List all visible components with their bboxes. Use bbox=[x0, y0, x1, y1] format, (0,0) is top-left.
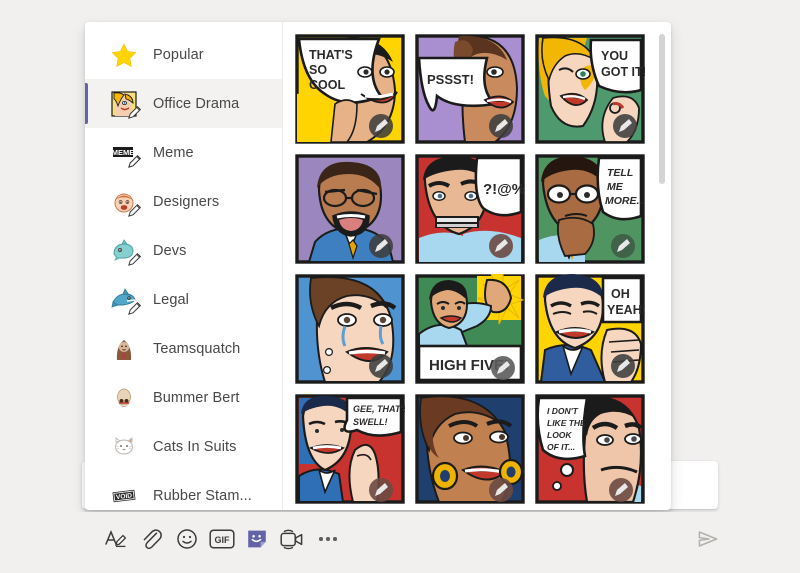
svg-text:SWELL!: SWELL! bbox=[353, 417, 388, 427]
compose-toolbar: GIF bbox=[0, 512, 800, 573]
sticker-icon bbox=[248, 530, 266, 548]
send-icon bbox=[698, 531, 718, 547]
teamsquatch-icon bbox=[109, 334, 139, 364]
emoji-button[interactable] bbox=[172, 524, 202, 554]
sticker-tile[interactable]: HIGH FIVE! bbox=[415, 274, 525, 384]
smiley-icon bbox=[177, 529, 197, 549]
app-root: Popular Office Drama MEME Meme Designers… bbox=[0, 0, 800, 573]
sidebar-item-bummer-bert[interactable]: Bummer Bert bbox=[85, 373, 282, 422]
sticker-grid-scrollbar[interactable] bbox=[659, 28, 668, 504]
legal-shark-icon bbox=[109, 285, 142, 315]
ellipsis-icon bbox=[319, 537, 337, 541]
paperclip-icon bbox=[143, 529, 162, 550]
sticker-tile[interactable] bbox=[295, 274, 405, 384]
sidebar-item-label: Bummer Bert bbox=[153, 389, 240, 406]
svg-text:LOOK: LOOK bbox=[547, 430, 572, 440]
meme-icon: MEME bbox=[109, 138, 142, 168]
bummer-bert-icon bbox=[109, 383, 139, 413]
sidebar-item-label: Cats In Suits bbox=[153, 438, 237, 455]
sticker-tile[interactable]: I DON'T LIKE THE LOOK OF IT... bbox=[535, 394, 645, 504]
sidebar-item-cats-in-suits[interactable]: Cats In Suits bbox=[85, 422, 282, 471]
attach-button[interactable] bbox=[136, 524, 166, 554]
pencil-icon bbox=[128, 154, 142, 168]
svg-text:YEAH!: YEAH! bbox=[607, 303, 645, 317]
more-options-button[interactable] bbox=[313, 524, 343, 554]
sidebar-item-designers[interactable]: Designers bbox=[85, 177, 282, 226]
sticker-tile[interactable]: OH YEAH! bbox=[535, 274, 645, 384]
sticker-tile[interactable] bbox=[295, 154, 405, 264]
svg-text:?!@%: ?!@% bbox=[483, 181, 525, 198]
sticker-grid-area[interactable]: THAT'S SO COOL PSSST! YOU GOT IT! ?!@% T… bbox=[283, 22, 671, 510]
devs-icon bbox=[109, 236, 142, 266]
sidebar-item-label: Rubber Stam... bbox=[153, 487, 252, 504]
sidebar-item-label: Meme bbox=[153, 144, 194, 161]
sticker-grid: THAT'S SO COOL PSSST! YOU GOT IT! ?!@% T… bbox=[295, 34, 647, 504]
format-text-icon bbox=[105, 530, 127, 548]
send-button[interactable] bbox=[692, 524, 724, 554]
sidebar-item-label: Office Drama bbox=[153, 95, 240, 112]
pencil-icon bbox=[128, 105, 142, 119]
video-camera-icon bbox=[280, 529, 303, 550]
svg-text:YOU: YOU bbox=[601, 49, 628, 63]
svg-text:SO: SO bbox=[309, 63, 327, 77]
svg-text:THAT'S: THAT'S bbox=[309, 48, 353, 62]
svg-text:ME: ME bbox=[607, 181, 624, 193]
meet-now-button[interactable] bbox=[277, 524, 307, 554]
sidebar-item-legal[interactable]: Legal bbox=[85, 275, 282, 324]
sticker-button[interactable] bbox=[242, 524, 272, 554]
sticker-category-sidebar[interactable]: Popular Office Drama MEME Meme Designers… bbox=[85, 22, 283, 510]
sticker-tile[interactable]: YOU GOT IT! bbox=[535, 34, 645, 144]
svg-text:GOT IT!: GOT IT! bbox=[601, 65, 645, 79]
sticker-picker-popup: Popular Office Drama MEME Meme Designers… bbox=[85, 22, 671, 510]
sidebar-item-label: Devs bbox=[153, 242, 187, 259]
pencil-icon bbox=[128, 252, 142, 266]
sidebar-item-office-drama[interactable]: Office Drama bbox=[85, 79, 282, 128]
gif-label: GIF bbox=[215, 535, 231, 545]
giphy-button[interactable]: GIF bbox=[207, 524, 237, 554]
pencil-icon bbox=[128, 203, 142, 217]
cat-icon bbox=[109, 432, 139, 462]
designers-icon bbox=[109, 187, 142, 217]
sticker-tile[interactable]: GEE, THAT'S SWELL! bbox=[295, 394, 405, 504]
sidebar-item-rubber-stamps[interactable]: VOID Rubber Stam... bbox=[85, 471, 282, 510]
scrollbar-thumb[interactable] bbox=[659, 34, 665, 184]
svg-text:MORE...: MORE... bbox=[605, 195, 645, 207]
svg-text:COOL: COOL bbox=[309, 78, 345, 92]
office-drama-icon bbox=[109, 89, 142, 119]
sidebar-item-meme[interactable]: MEME Meme bbox=[85, 128, 282, 177]
svg-text:I DON'T: I DON'T bbox=[547, 406, 579, 416]
svg-text:OF IT...: OF IT... bbox=[547, 442, 575, 452]
sidebar-item-devs[interactable]: Devs bbox=[85, 226, 282, 275]
sticker-tile[interactable]: THAT'S SO COOL bbox=[295, 34, 405, 144]
svg-text:OH: OH bbox=[611, 287, 630, 301]
svg-text:PSSST!: PSSST! bbox=[427, 72, 474, 87]
sidebar-item-label: Designers bbox=[153, 193, 220, 210]
sidebar-item-label: Legal bbox=[153, 291, 189, 308]
void-stamp-icon: VOID bbox=[109, 481, 139, 511]
sticker-tile[interactable] bbox=[415, 394, 525, 504]
sticker-tile[interactable]: PSSST! bbox=[415, 34, 525, 144]
format-button[interactable] bbox=[100, 524, 130, 554]
sidebar-item-popular[interactable]: Popular bbox=[85, 30, 282, 79]
sidebar-item-teamsquatch[interactable]: Teamsquatch bbox=[85, 324, 282, 373]
svg-text:TELL: TELL bbox=[607, 167, 633, 179]
sidebar-item-label: Popular bbox=[153, 46, 204, 63]
sidebar-item-label: Teamsquatch bbox=[153, 340, 241, 357]
sticker-tile[interactable]: ?!@% bbox=[415, 154, 525, 264]
star-icon bbox=[109, 40, 139, 70]
pencil-icon bbox=[128, 301, 142, 315]
gif-icon: GIF bbox=[209, 529, 235, 549]
svg-text:LIKE THE: LIKE THE bbox=[547, 418, 586, 428]
sticker-tile[interactable]: TELL ME MORE... bbox=[535, 154, 645, 264]
svg-text:GEE, THAT'S: GEE, THAT'S bbox=[353, 404, 405, 414]
